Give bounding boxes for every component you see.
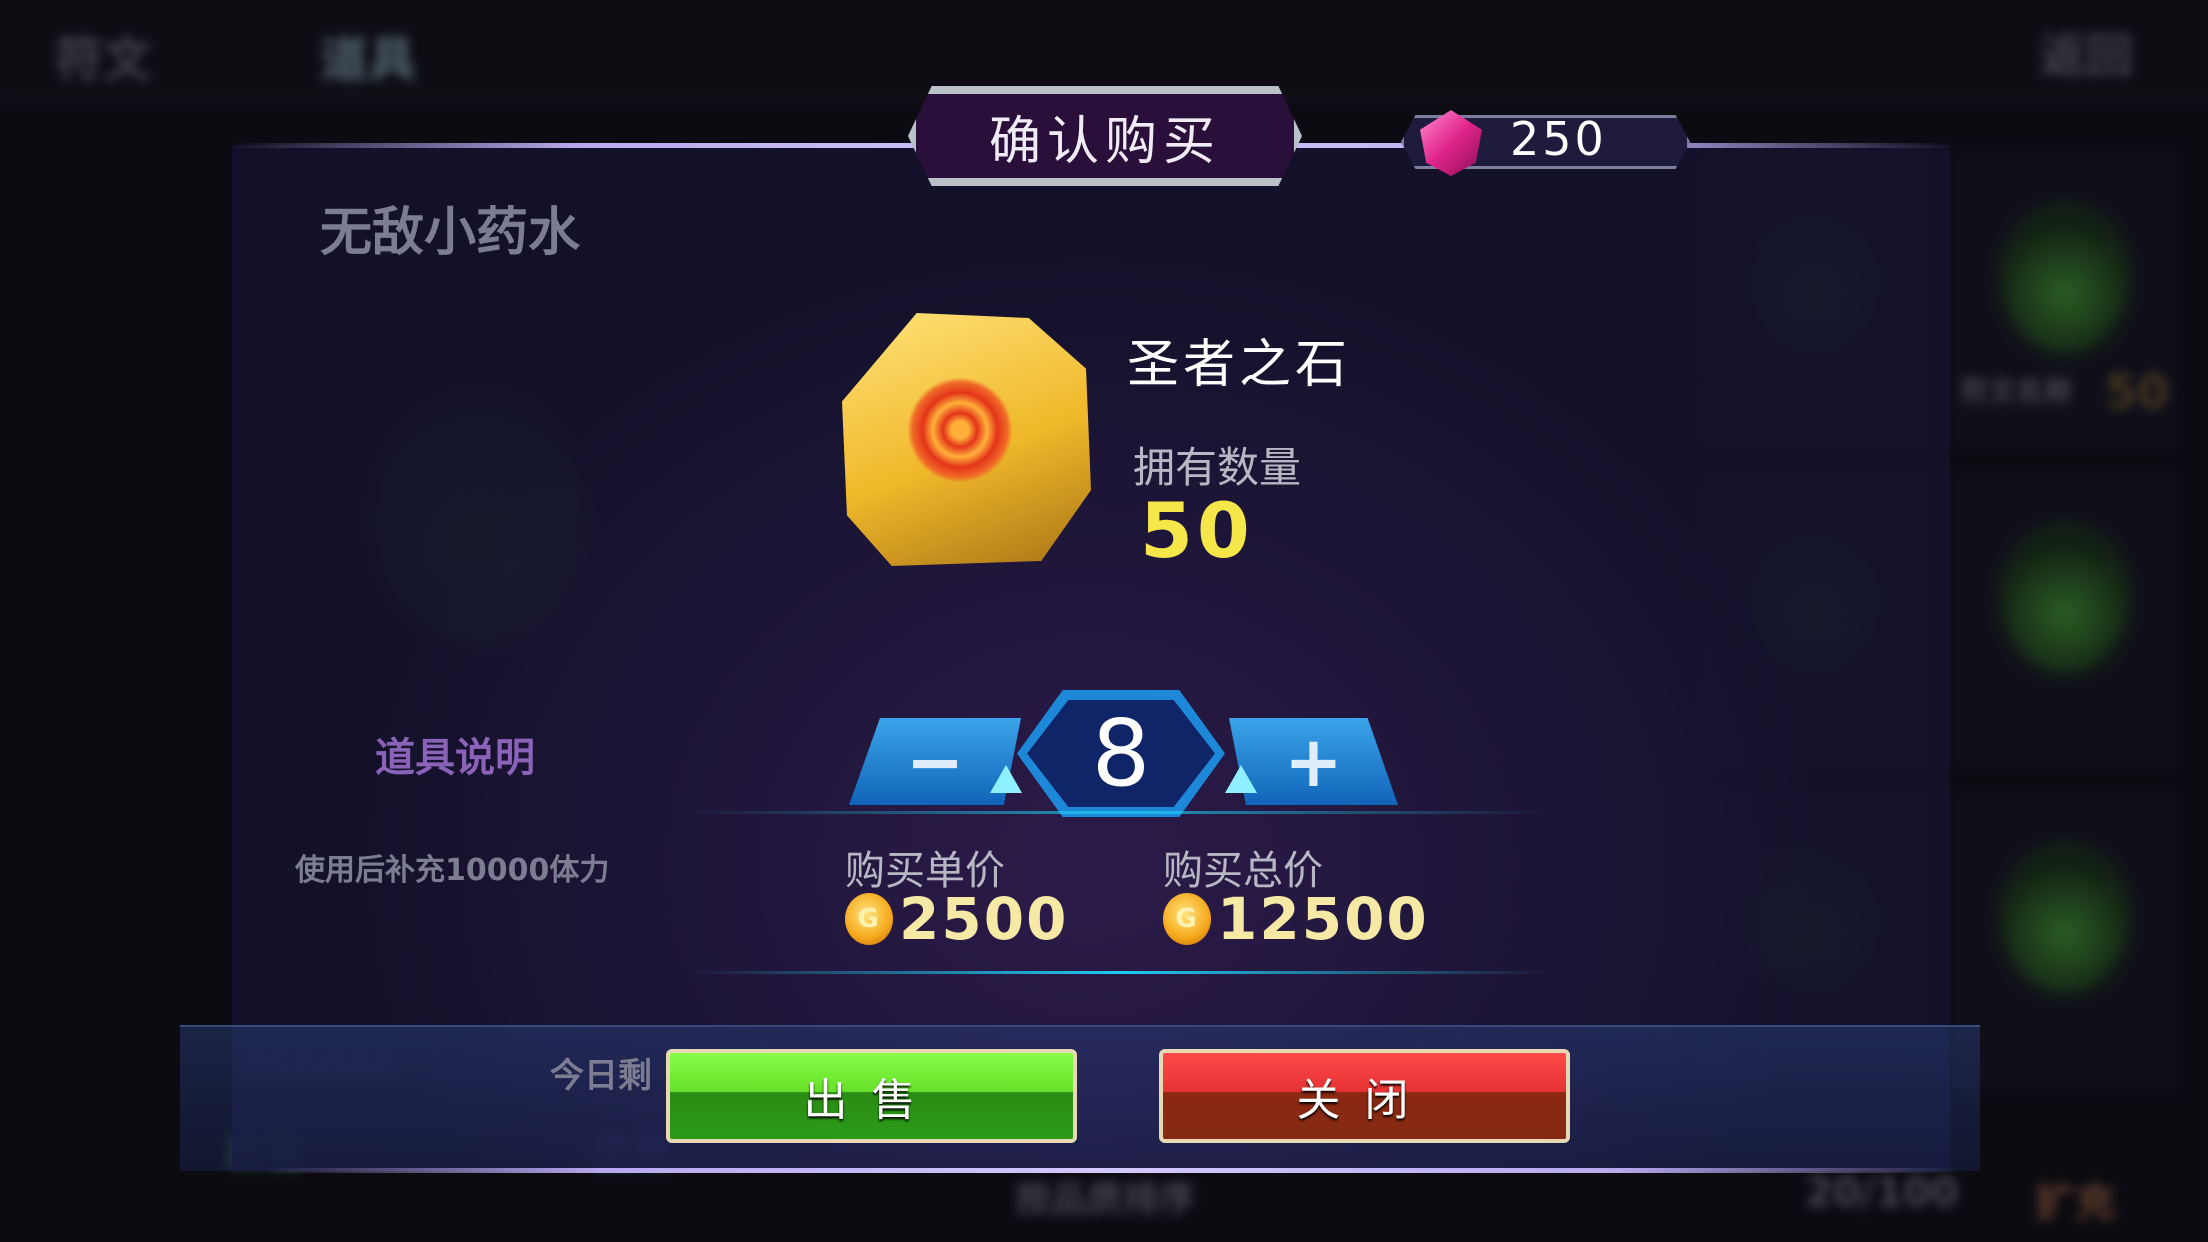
inventory-slot[interactable] <box>1950 470 2180 770</box>
total-price-value: 12500 <box>1217 885 1429 953</box>
footer-divider <box>260 1168 1960 1173</box>
gem-count: 250 <box>1510 112 1607 166</box>
close-button[interactable]: 关闭 <box>1159 1049 1570 1143</box>
inventory-slot[interactable] <box>1950 790 2180 1090</box>
expand-button[interactable]: 扩充 <box>2035 1170 2115 1228</box>
gold-coin-icon: G <box>845 893 893 945</box>
owned-value: 50 <box>1140 486 1254 575</box>
divider <box>690 811 1550 814</box>
stone-emblem-icon <box>900 370 1020 490</box>
sort-button[interactable]: 按品质排序 <box>1015 1170 1195 1222</box>
slot-name: 符文名称 <box>1960 375 2073 408</box>
button-band <box>180 1025 1980 1171</box>
arrow-left-icon <box>990 765 1022 793</box>
back-button[interactable]: 返回 <box>2040 20 2132 86</box>
confirm-dialog <box>232 145 1950 1171</box>
unit-price: G 2500 <box>845 885 1068 953</box>
description-header: 道具说明 <box>375 735 535 781</box>
arrow-right-icon <box>1225 765 1257 793</box>
tab-runes[interactable]: 符文 <box>55 20 151 90</box>
gold-coin-icon: G <box>1163 893 1211 945</box>
tab-items[interactable]: 道具 <box>320 20 416 90</box>
today-label: 今日剩 <box>550 1056 652 1096</box>
item-title: 无敌小药水 <box>320 203 581 263</box>
divider <box>690 971 1550 974</box>
sell-button[interactable]: 出售 <box>666 1049 1077 1143</box>
dialog-title: 确认购买 <box>908 86 1302 186</box>
item-name: 圣者之石 <box>1127 335 1352 395</box>
unit-price-value: 2500 <box>899 885 1069 953</box>
capacity-count: 20/100 <box>1805 1170 1959 1216</box>
description-text: 使用后补充10000体力 <box>295 853 610 888</box>
total-price: G 12500 <box>1163 885 1429 953</box>
slot-count: 50 <box>2105 365 2170 419</box>
